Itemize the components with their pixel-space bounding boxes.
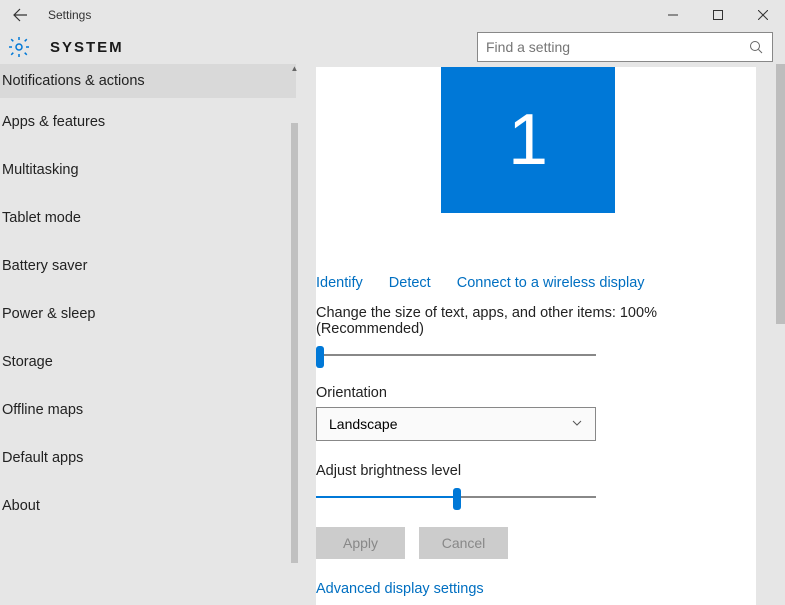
orientation-label: Orientation	[316, 385, 756, 401]
display-links: Identify Detect Connect to a wireless di…	[316, 263, 756, 291]
header: SYSTEM	[0, 30, 785, 64]
sidebar-item-multitasking[interactable]: Multitasking	[0, 146, 296, 194]
slider-track	[316, 354, 596, 356]
sidebar-item-label: Tablet mode	[2, 210, 81, 226]
sidebar-item-label: Multitasking	[2, 162, 79, 178]
sidebar-item-label: About	[2, 498, 40, 514]
search-box[interactable]	[477, 32, 773, 62]
content-area: Notifications & actions Apps & features …	[0, 64, 785, 605]
minimize-button[interactable]	[650, 0, 695, 30]
sidebar-item-storage[interactable]: Storage	[0, 338, 296, 386]
search-icon	[748, 39, 764, 55]
window-title: Settings	[48, 8, 650, 22]
slider-fill	[316, 496, 456, 498]
sidebar-item-default-apps[interactable]: Default apps	[0, 434, 296, 482]
sidebar-item-power[interactable]: Power & sleep	[0, 290, 296, 338]
sidebar-scroll-thumb[interactable]	[291, 123, 298, 563]
gear-icon	[6, 34, 32, 60]
orientation-value: Landscape	[329, 416, 398, 432]
sidebar: Notifications & actions Apps & features …	[0, 64, 298, 605]
minimize-icon	[668, 10, 678, 20]
maximize-icon	[713, 10, 723, 20]
maximize-button[interactable]	[695, 0, 740, 30]
sidebar-item-tablet[interactable]: Tablet mode	[0, 194, 296, 242]
close-icon	[758, 10, 768, 20]
sidebar-item-apps[interactable]: Apps & features	[0, 98, 296, 146]
sidebar-item-label: Storage	[2, 354, 53, 370]
sidebar-item-label: Power & sleep	[2, 306, 96, 322]
sidebar-scrollbar[interactable]: ▲	[291, 64, 298, 605]
apply-label: Apply	[343, 535, 378, 551]
brightness-label: Adjust brightness level	[316, 463, 756, 479]
cancel-button[interactable]: Cancel	[419, 527, 508, 559]
cancel-label: Cancel	[442, 535, 486, 551]
slider-thumb[interactable]	[316, 346, 324, 368]
sidebar-item-battery[interactable]: Battery saver	[0, 242, 296, 290]
brightness-slider[interactable]	[316, 485, 596, 509]
slider-thumb[interactable]	[453, 488, 461, 510]
detect-link[interactable]: Detect	[389, 275, 431, 291]
search-input[interactable]	[486, 39, 748, 55]
sidebar-item-offline-maps[interactable]: Offline maps	[0, 386, 296, 434]
close-button[interactable]	[740, 0, 785, 30]
sidebar-item-notifications[interactable]: Notifications & actions	[0, 64, 296, 98]
main-panel: 1 Identify Detect Connect to a wireless …	[298, 64, 785, 605]
main-scroll-thumb[interactable]	[776, 64, 785, 324]
sidebar-item-label: Offline maps	[2, 402, 83, 418]
titlebar: Settings	[0, 0, 785, 30]
main-scrollbar[interactable]	[776, 64, 785, 605]
page-title: SYSTEM	[50, 39, 124, 56]
advanced-display-link[interactable]: Advanced display settings	[316, 581, 756, 597]
scale-slider[interactable]	[316, 343, 596, 367]
button-row: Apply Cancel	[316, 527, 756, 559]
sidebar-item-label: Battery saver	[2, 258, 87, 274]
sidebar-item-label: Apps & features	[2, 114, 105, 130]
back-button[interactable]	[0, 0, 40, 30]
monitor-tile-1[interactable]: 1	[441, 67, 615, 213]
monitor-number: 1	[508, 99, 548, 181]
display-preview: 1	[316, 67, 756, 263]
sidebar-item-label: Default apps	[2, 450, 83, 466]
wireless-display-link[interactable]: Connect to a wireless display	[457, 275, 645, 291]
identify-link[interactable]: Identify	[316, 275, 363, 291]
chevron-down-icon	[571, 416, 583, 432]
sidebar-item-label: Notifications & actions	[2, 73, 145, 89]
scale-label: Change the size of text, apps, and other…	[316, 305, 676, 337]
apply-button[interactable]: Apply	[316, 527, 405, 559]
orientation-select[interactable]: Landscape	[316, 407, 596, 441]
back-arrow-icon	[12, 7, 28, 23]
sidebar-item-about[interactable]: About	[0, 482, 296, 530]
